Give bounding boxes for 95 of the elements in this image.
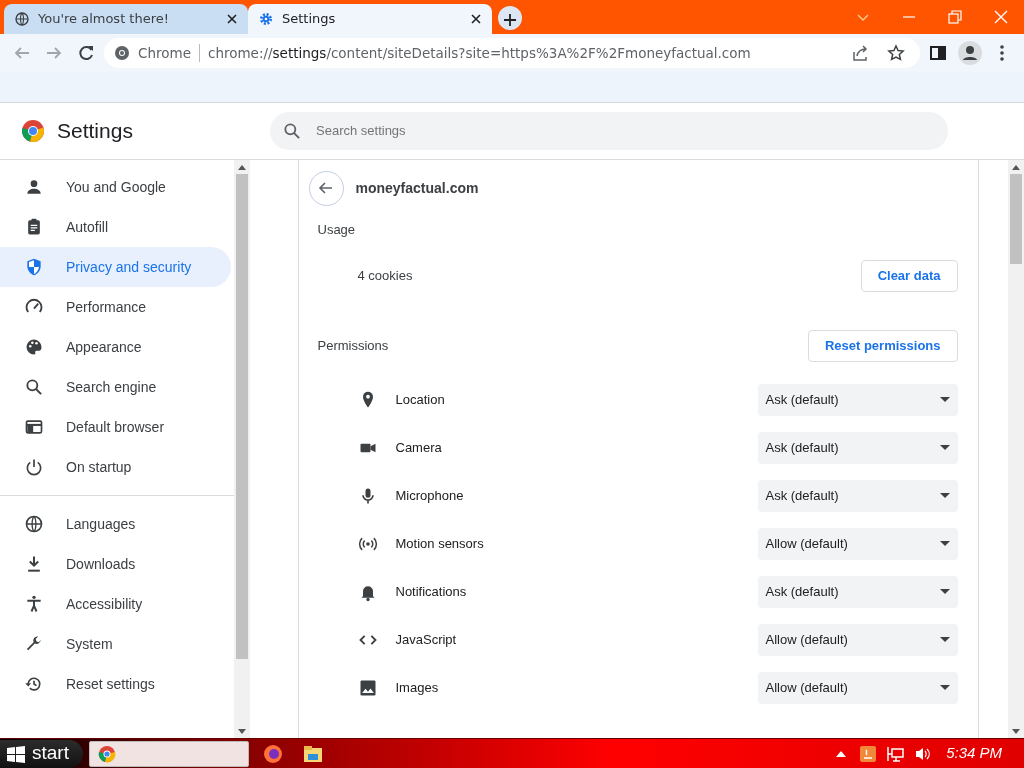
scrollbar-thumb[interactable] bbox=[1010, 174, 1022, 264]
permission-dropdown[interactable]: Ask (default) bbox=[757, 384, 958, 416]
sidebar-item[interactable]: Accessibility bbox=[0, 584, 231, 624]
shield-icon bbox=[24, 257, 44, 277]
section-label: Usage bbox=[317, 221, 356, 240]
sidebar-item[interactable]: Performance bbox=[0, 287, 231, 327]
section-label: Permissions bbox=[317, 337, 389, 356]
scroll-up-arrow-icon[interactable] bbox=[1012, 164, 1020, 170]
address-bar[interactable]: Chrome chrome://settings/content/siteDetails?site=https%3A%2F%2Fmoneyfactual.com bbox=[104, 38, 920, 68]
accessibility-icon bbox=[24, 594, 44, 614]
permission-dropdown[interactable]: Allow (default) bbox=[757, 624, 958, 656]
taskbar-window-button[interactable] bbox=[88, 740, 249, 767]
permission-label: Camera bbox=[395, 439, 443, 458]
page-title: Settings bbox=[57, 118, 134, 145]
caret-icon bbox=[939, 637, 950, 643]
search-icon bbox=[24, 377, 44, 397]
globe-icon bbox=[14, 11, 30, 27]
sidebar-item[interactable]: System bbox=[0, 624, 231, 664]
permission-dropdown[interactable]: Ask (default) bbox=[757, 480, 958, 512]
permission-label: JavaScript bbox=[395, 631, 458, 650]
scrollbar[interactable] bbox=[234, 160, 250, 738]
sidebar-item[interactable]: Default browser bbox=[0, 407, 231, 447]
speaker-icon[interactable] bbox=[914, 745, 933, 762]
chrome-logo-icon bbox=[21, 119, 45, 143]
close-icon[interactable] bbox=[226, 13, 238, 25]
permission-label: Notifications bbox=[395, 583, 468, 602]
sidebar-item[interactable]: Languages bbox=[0, 504, 231, 544]
scrollbar-thumb[interactable] bbox=[236, 174, 248, 659]
power-icon bbox=[24, 457, 44, 477]
chrome-logo-icon bbox=[97, 744, 116, 763]
settings-icon bbox=[258, 11, 274, 27]
scroll-down-arrow-icon[interactable] bbox=[1012, 728, 1020, 734]
permission-label: Location bbox=[395, 391, 446, 410]
scroll-down-arrow-icon[interactable] bbox=[238, 728, 246, 734]
back-arrow-icon bbox=[318, 180, 334, 196]
browser-window-icon bbox=[24, 417, 44, 437]
sidebar-item[interactable]: On startup bbox=[0, 447, 231, 487]
permission-dropdown[interactable]: Ask (default) bbox=[757, 576, 958, 608]
caret-icon bbox=[939, 397, 950, 403]
profile-button[interactable] bbox=[956, 39, 984, 67]
avatar-icon bbox=[958, 41, 982, 65]
browser-tab[interactable]: You're almost there! bbox=[4, 4, 248, 34]
sidebar-item[interactable]: You and Google bbox=[0, 167, 231, 207]
search-bar[interactable]: Search settings bbox=[270, 112, 948, 150]
new-tab-button[interactable] bbox=[498, 6, 522, 30]
back-button[interactable] bbox=[308, 170, 344, 206]
site-label: Chrome bbox=[138, 43, 191, 63]
share-icon bbox=[851, 44, 869, 62]
clock: 5:34 PM bbox=[946, 743, 1002, 764]
sidebar-item[interactable]: Downloads bbox=[0, 544, 231, 584]
permission-label: Motion sensors bbox=[395, 535, 485, 554]
search-field[interactable]: Search settings bbox=[314, 120, 936, 142]
history-icon bbox=[24, 674, 44, 694]
caret-icon bbox=[939, 589, 950, 595]
url-text: chrome://settings/content/siteDetails?site=https%3A%2F%2Fmoneyfactual.com bbox=[207, 43, 751, 63]
permission-label: Microphone bbox=[395, 487, 465, 506]
star-icon bbox=[887, 44, 905, 62]
caret-icon bbox=[939, 493, 950, 499]
permission-dropdown[interactable]: Ask (default) bbox=[757, 432, 958, 464]
show-hidden-icons-icon[interactable] bbox=[836, 749, 847, 758]
java-icon[interactable] bbox=[860, 745, 877, 762]
reset-permissions-button[interactable]: Reset permissions bbox=[807, 330, 958, 362]
close-icon[interactable] bbox=[470, 13, 482, 25]
permission-dropdown[interactable]: Allow (default) bbox=[757, 672, 958, 704]
folder-icon[interactable] bbox=[302, 744, 323, 763]
caret-icon bbox=[939, 541, 950, 547]
windows-logo-icon bbox=[6, 744, 26, 763]
permission-dropdown[interactable]: Allow (default) bbox=[757, 528, 958, 560]
person-icon bbox=[24, 177, 44, 197]
permission-label: Images bbox=[395, 679, 440, 698]
globe-icon bbox=[24, 514, 44, 534]
chrome-logo-icon bbox=[114, 45, 130, 61]
plus-icon bbox=[504, 13, 516, 26]
clear-data-button[interactable]: Clear data bbox=[860, 260, 958, 292]
sidebar-item[interactable]: Privacy and security bbox=[0, 247, 231, 287]
scroll-up-arrow-icon[interactable] bbox=[238, 164, 246, 170]
network-icon[interactable] bbox=[886, 745, 905, 762]
caret-icon bbox=[939, 685, 950, 691]
site-name: moneyfactual.com bbox=[355, 178, 479, 198]
caret-icon bbox=[939, 445, 950, 451]
start-button[interactable]: start bbox=[0, 739, 83, 768]
menu-icon bbox=[999, 44, 1005, 62]
scrollbar[interactable] bbox=[1008, 160, 1024, 738]
reload-icon bbox=[77, 44, 95, 62]
palette-icon bbox=[24, 337, 44, 357]
side-panel-icon bbox=[929, 44, 947, 62]
restore-icon[interactable] bbox=[947, 10, 963, 24]
sidebar-item[interactable]: Autofill bbox=[0, 207, 231, 247]
sidebar-item[interactable]: Search engine bbox=[0, 367, 231, 407]
sidebar-item[interactable]: Reset settings bbox=[0, 664, 231, 704]
firefox-icon[interactable] bbox=[262, 743, 283, 764]
cookie-count: 4 cookies bbox=[357, 267, 413, 286]
search-icon bbox=[282, 121, 302, 141]
browser-tab[interactable]: Settings bbox=[248, 4, 492, 34]
sidebar-item[interactable]: Appearance bbox=[0, 327, 231, 367]
